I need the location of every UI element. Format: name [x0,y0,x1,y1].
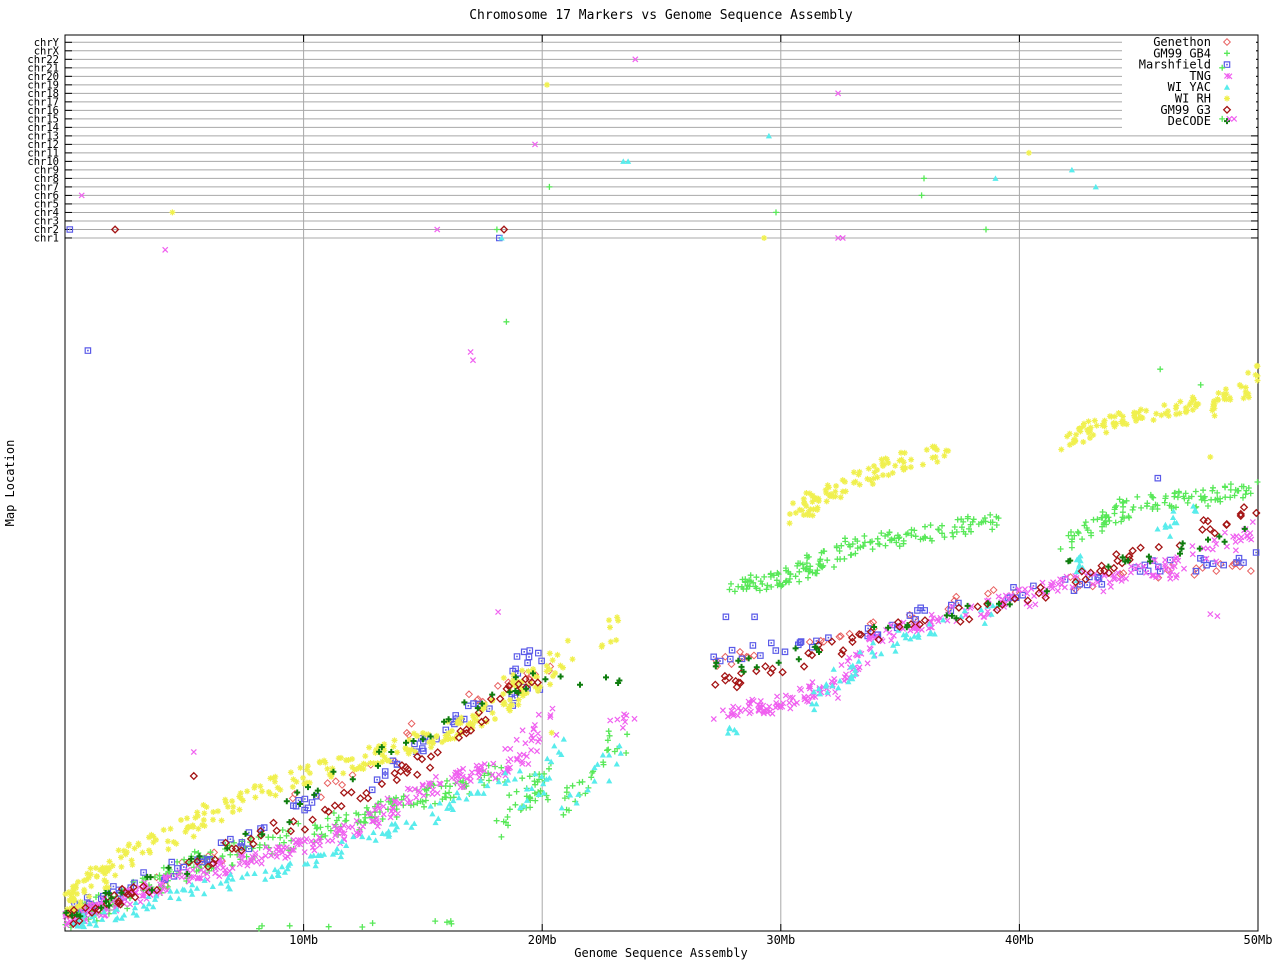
x-tick-label: 50Mb [1244,933,1273,947]
chromosome-rows: chrYchrXchr22chr21chr20chr19chr18chr17ch… [27,37,1258,244]
x-tick-label: 10Mb [289,933,318,947]
plot-frame [64,34,1259,932]
data-points [62,56,1261,932]
data-points-g3 [63,225,1261,928]
plot-border [64,34,1259,932]
x-tick-label: 20Mb [528,933,557,947]
x-tick-label: 30Mb [766,933,795,947]
legend: GenethonGM99 GB4MarshfieldTNGWI YACWI RH… [1122,35,1256,128]
chart-screenshot: chrY chrX chr22 chr21 chr20 chr19 chr18 chr17 ch… [0,0,1280,960]
gridlines [303,35,1020,931]
x-tick-label: 40Mb [1005,933,1034,947]
x-tick-labels: 10Mb 20Mb 30Mb 40Mb 50Mb [289,933,1272,947]
data-points-genethon [63,559,1255,921]
x-axis-label: Genome Sequence Assembly [574,946,747,960]
scatter-plot: chrYchrXchr22chr21chr20chr19chr18chr17ch… [3,8,1272,960]
legend-label-decode: DeCODE [1168,114,1211,128]
data-points-wi_rh [62,81,1261,917]
legend-marker-wi_rh [1224,95,1230,102]
legend-marker-marshfield [1226,63,1228,66]
chromosome-label-chr1: chr1 [34,232,59,244]
y-axis-label: Map Location [3,440,17,527]
chart-title: Chromosome 17 Markers vs Genome Sequence… [469,8,853,23]
